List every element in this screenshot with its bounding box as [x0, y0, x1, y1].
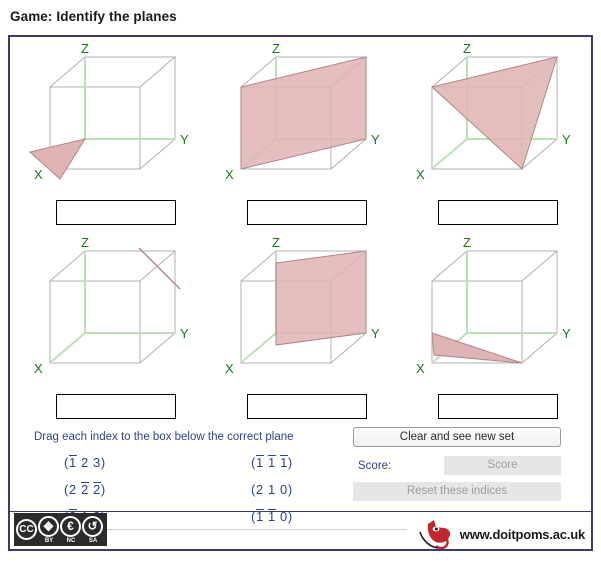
footer-divider [107, 529, 407, 530]
axis-label-z-6: Z [463, 235, 471, 250]
person-glyph: ❖ [42, 518, 55, 534]
index-chip[interactable]: (1 2 3) [64, 455, 106, 470]
axis-label-x-3: X [416, 167, 425, 182]
axis-label-x-2: X [225, 167, 234, 182]
dollar-slash-glyph: € [67, 519, 74, 533]
doitpoms-branding[interactable]: www.doitpoms.ac.uk [414, 518, 585, 550]
cube-cell-5: Z Y X [201, 233, 394, 427]
axis-label-x-5: X [225, 361, 234, 376]
axis-label-y-4: Y [180, 326, 189, 341]
site-url: www.doitpoms.ac.uk [459, 526, 585, 542]
axis-label-y-2: Y [371, 132, 380, 147]
index-chip[interactable]: (2 2 2) [64, 482, 106, 497]
instruction-text: Drag each index to the box below the cor… [34, 431, 294, 443]
axis-label-y-3: Y [562, 132, 571, 147]
cube-cell-1: Z Y X [10, 39, 203, 233]
axis-label-z-1: Z [81, 41, 89, 56]
drop-box-1[interactable] [56, 200, 176, 225]
share-alike-glyph: ↺ [87, 519, 98, 533]
cube-diagram-1: Z Y X [28, 41, 189, 182]
cc-nc-label: NC [66, 537, 76, 544]
drop-box-2[interactable] [247, 200, 367, 225]
axis-label-y-5: Y [371, 326, 380, 341]
axis-label-x-4: X [34, 361, 43, 376]
cc-by-label: BY [44, 537, 54, 544]
doitpoms-fox-logo [419, 520, 450, 550]
reset-indices-button[interactable]: Reset these indices [353, 482, 561, 501]
index-chip[interactable]: (1 1 1) [251, 455, 293, 470]
axis-label-x-1: X [34, 167, 43, 182]
cube-cell-4: Z Y X [10, 233, 203, 427]
cube-cell-3: Z Y X [392, 39, 585, 233]
cube-diagram-3: Z Y X [416, 41, 571, 182]
drop-box-6[interactable] [438, 394, 558, 419]
footer: CC ❖ BY € NC ↺ SA www.doitpoms.ac.uk [10, 511, 591, 551]
cube-cell-2: Z Y X [201, 39, 394, 233]
axis-label-z-2: Z [272, 41, 280, 56]
cube-diagram-4: Z Y X [34, 235, 189, 376]
cube-diagram-6: Z Y X [416, 235, 571, 376]
drop-box-3[interactable] [438, 200, 558, 225]
axis-label-z-3: Z [463, 41, 471, 56]
page-title: Game: Identify the planes [10, 9, 177, 24]
score-value-button[interactable]: Score [444, 456, 561, 475]
axis-label-z-5: Z [272, 235, 280, 250]
axis-label-y-1: Y [180, 132, 189, 147]
drop-box-4[interactable] [56, 394, 176, 419]
cc-sa-icon: ↺ [82, 515, 103, 537]
drop-box-5[interactable] [247, 394, 367, 419]
axis-label-z-4: Z [81, 235, 89, 250]
cc-icon: CC [16, 519, 37, 540]
cc-sa-label: SA [88, 537, 98, 544]
game-panel: Z Y X Z Y X Z Y X Z Y X Z Y X Z Y X Drag… [8, 35, 593, 551]
cube-cell-6: Z Y X [392, 233, 585, 427]
cube-diagram-5: Z Y X [225, 235, 380, 376]
cc-by-icon: ❖ [38, 515, 59, 537]
cube-grid: Z Y X Z Y X Z Y X Z Y X Z Y X Z Y X [10, 37, 591, 425]
cc-icon-label: CC [19, 523, 34, 535]
score-label: Score: [358, 460, 392, 472]
creative-commons-badge[interactable]: CC ❖ BY € NC ↺ SA [14, 513, 107, 546]
axis-label-y-6: Y [562, 326, 571, 341]
clear-and-new-set-button[interactable]: Clear and see new set [353, 427, 561, 447]
cc-nc-icon: € [60, 515, 81, 537]
index-chip[interactable]: (2 1 0) [251, 482, 293, 497]
cube-diagram-2: Z Y X [225, 41, 380, 182]
axis-label-x-6: X [416, 361, 425, 376]
